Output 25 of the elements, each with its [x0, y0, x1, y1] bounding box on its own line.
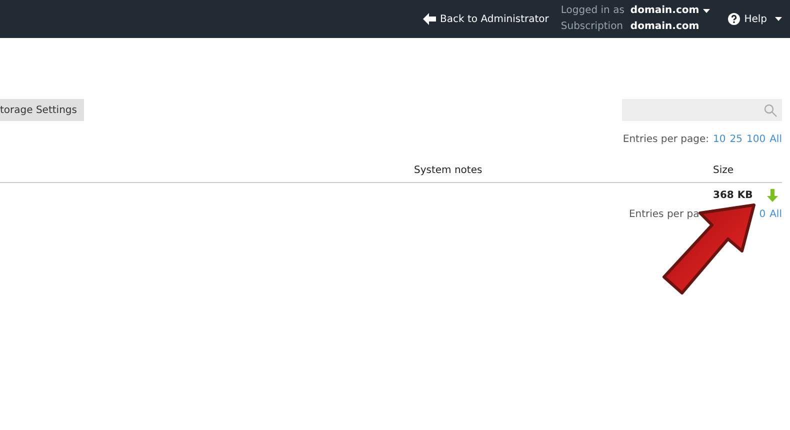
help-menu[interactable]: Help [728, 12, 782, 26]
entries-per-page-label: Entries per pa [628, 208, 700, 222]
page-size-link[interactable]: 0 [759, 207, 766, 222]
subscription-label: Subscription [560, 20, 624, 34]
page-size-link[interactable]: 10 [713, 132, 726, 147]
column-header: Size [713, 164, 735, 178]
column-header: System notes [414, 164, 484, 178]
search-field[interactable] [622, 99, 782, 121]
caret-icon [775, 17, 782, 21]
download-icon[interactable] [766, 188, 778, 202]
page-size-link[interactable]: All [770, 207, 782, 222]
logged-in-label: Logged in as [560, 4, 624, 18]
subscription-value: domain.com [630, 20, 700, 34]
storage-settings-button[interactable]: torage Settings [0, 99, 84, 121]
back-link[interactable]: Back to Administrator [423, 12, 549, 26]
page-size-link[interactable]: 100 [746, 132, 766, 147]
caret-icon [703, 9, 710, 13]
account-menu[interactable]: domain.com [630, 3, 710, 19]
search-icon [764, 104, 777, 116]
help-icon [728, 13, 740, 25]
left-arrow-icon [423, 13, 436, 25]
entries-per-page-label: Entries per page: [622, 133, 710, 147]
table-cell-text: 368 KB [713, 188, 753, 202]
page-size-link[interactable]: 25 [730, 132, 742, 147]
page-size-link[interactable]: All [770, 132, 782, 147]
